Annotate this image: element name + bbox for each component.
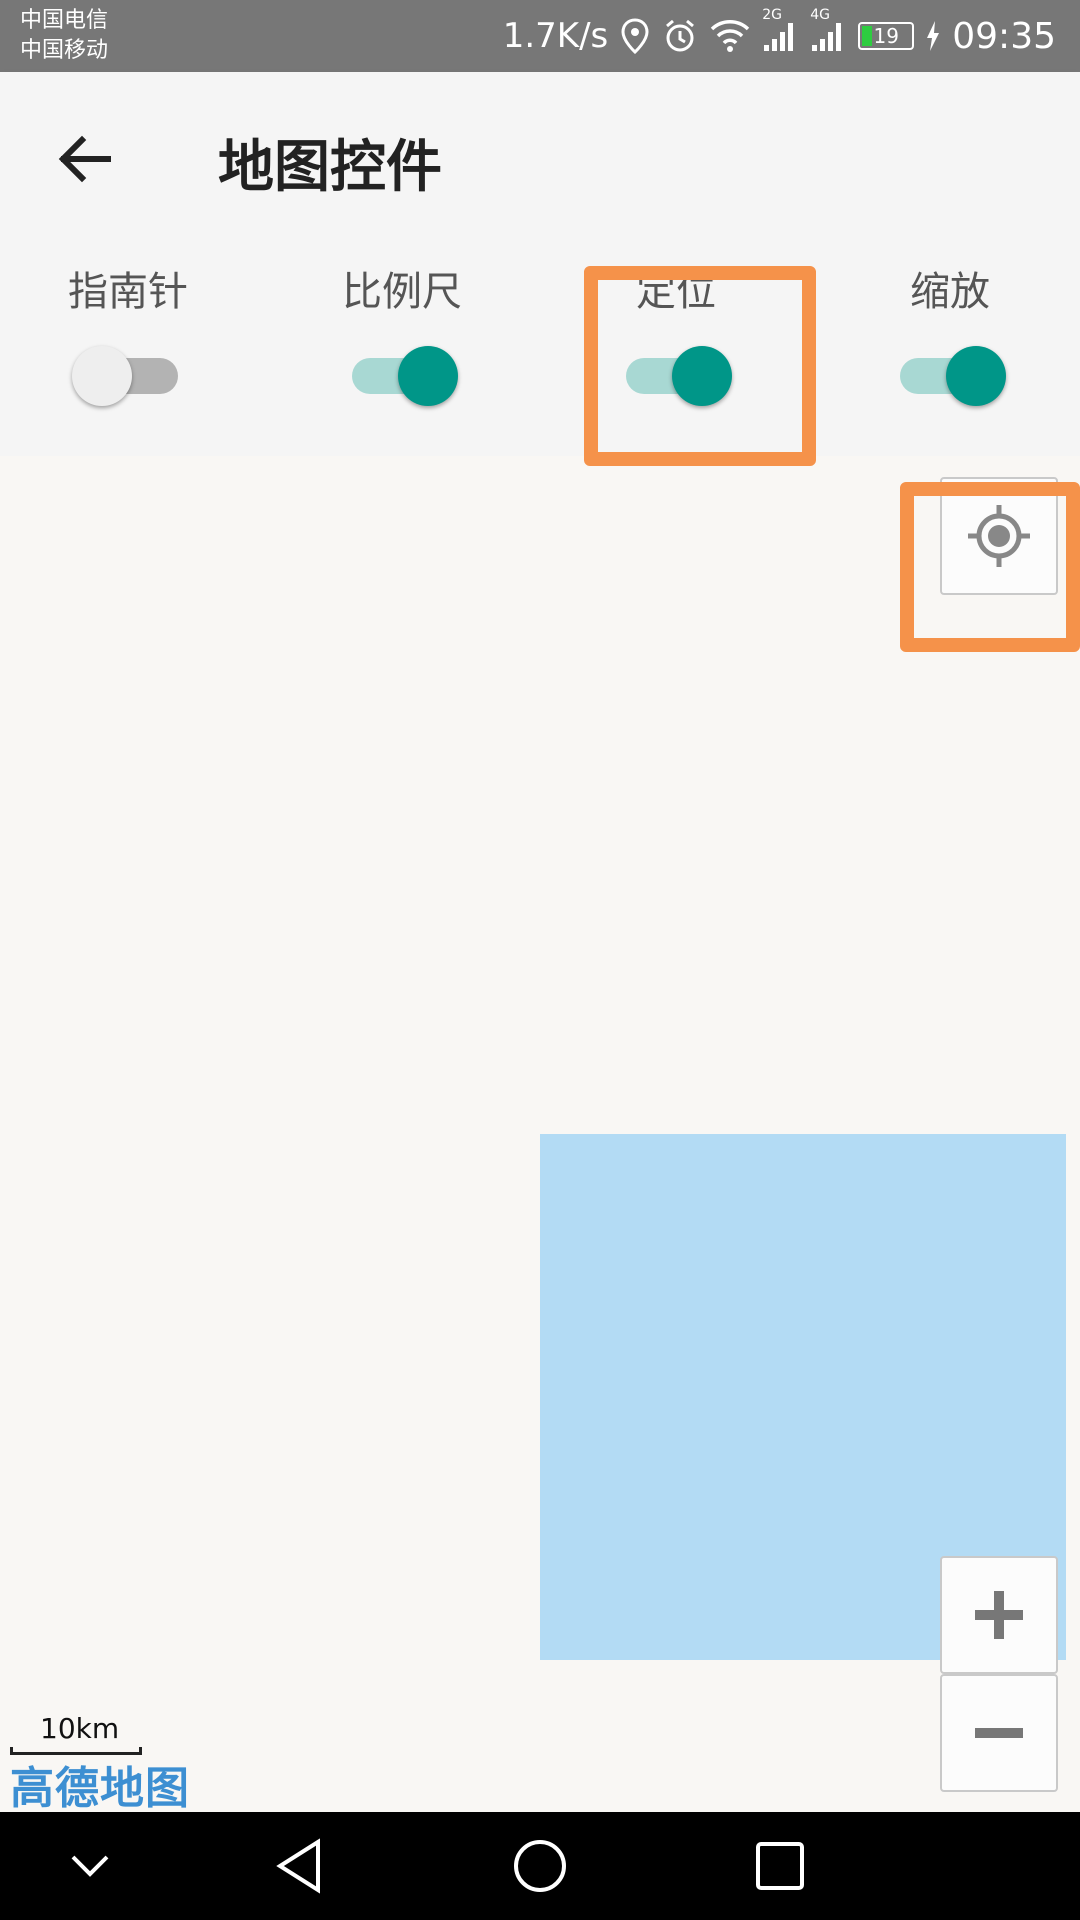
signal-2g-icon: 2G <box>762 7 798 53</box>
location-icon <box>620 18 650 54</box>
hide-nav-button[interactable] <box>50 1826 130 1906</box>
page-title: 地图控件 <box>218 135 442 200</box>
arrow-left-icon <box>58 135 111 183</box>
highlight-location-switch <box>584 266 816 466</box>
switch-label-zoom: 缩放 <box>910 269 990 315</box>
triangle-back-icon <box>276 1838 320 1894</box>
nav-recents-button[interactable] <box>740 1826 820 1906</box>
highlight-locate-button <box>900 482 1080 652</box>
alarm-icon <box>662 18 698 54</box>
map-view[interactable]: 10km 高德地图 <box>0 456 1080 1814</box>
switch-scale: 比例尺 <box>282 262 522 422</box>
battery-level: 19 <box>873 24 899 48</box>
square-recents-icon <box>756 1842 804 1890</box>
carrier-info: 中国电信 中国移动 <box>20 6 108 66</box>
status-icons: 1.7K/s 2G 4G 19 09:35 <box>503 0 1056 72</box>
switch-label-compass: 指南针 <box>68 269 188 315</box>
back-button[interactable] <box>50 124 120 194</box>
signal-4g-label: 4G <box>810 7 831 23</box>
map-logo: 高德地图 <box>10 1763 190 1814</box>
compass-toggle[interactable] <box>72 344 184 408</box>
carrier-2: 中国移动 <box>20 38 109 63</box>
wifi-icon <box>710 19 750 53</box>
plus-icon <box>975 1591 1023 1639</box>
status-bar: 中国电信 中国移动 1.7K/s 2G 4G 19 09:35 <box>0 0 1080 72</box>
navigation-bar <box>0 1812 1080 1920</box>
zoom-out-button[interactable] <box>940 1674 1058 1792</box>
network-speed: 1.7K/s <box>502 16 609 56</box>
switch-label-scale: 比例尺 <box>342 269 462 315</box>
charging-icon <box>926 21 940 51</box>
minus-icon <box>975 1728 1023 1738</box>
battery-icon: 19 <box>858 22 915 50</box>
zoom-in-button[interactable] <box>940 1556 1058 1674</box>
map-scale: 10km <box>10 1712 142 1755</box>
chevron-down-icon <box>71 1855 109 1877</box>
clock: 09:35 <box>952 15 1056 57</box>
scale-label: 10km <box>40 1712 120 1745</box>
app-bar: 地图控件 指南针 比例尺 定位 缩放 <box>0 72 1080 456</box>
signal-4g-icon: 4G <box>810 7 846 53</box>
carrier-1: 中国电信 <box>20 8 109 33</box>
screen: 中国电信 中国移动 1.7K/s 2G 4G 19 09:35 地图控件 指南针… <box>0 0 1080 1920</box>
switch-zoom: 缩放 <box>830 262 1070 422</box>
nav-home-button[interactable] <box>500 1826 580 1906</box>
signal-2g-label: 2G <box>762 7 783 23</box>
nav-back-button[interactable] <box>260 1826 340 1906</box>
switch-compass: 指南针 <box>8 262 248 422</box>
scale-toggle[interactable] <box>346 344 458 408</box>
circle-home-icon <box>514 1840 566 1892</box>
zoom-toggle[interactable] <box>894 344 1006 408</box>
